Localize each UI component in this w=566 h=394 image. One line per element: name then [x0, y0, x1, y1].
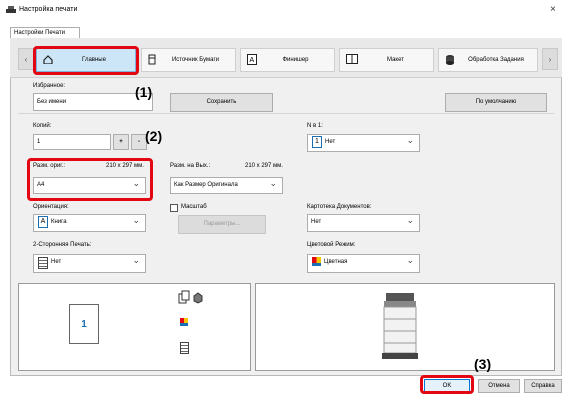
tab-paper-source[interactable]: Источник Бумаги: [141, 48, 236, 72]
printer-device-icon: [382, 293, 418, 361]
svg-text:A: A: [250, 57, 255, 64]
default-button[interactable]: По умолчанию: [445, 93, 547, 112]
color-mode-label: Цветовой Режим:: [307, 242, 356, 248]
window-title: Настройка печати: [19, 6, 78, 13]
orientation-icon: A: [38, 216, 48, 228]
divider: [18, 113, 554, 114]
copies-plus-button[interactable]: +: [113, 134, 129, 150]
page-preview: [18, 283, 251, 371]
callout-2: (2): [145, 128, 163, 144]
orientation-label: Ориентация:: [33, 204, 69, 210]
document-icon: [38, 257, 48, 269]
favorites-label: Избранное:: [33, 83, 66, 89]
tab-job-handling[interactable]: Обработка Задания: [438, 48, 538, 72]
close-icon[interactable]: ×: [550, 4, 556, 15]
duplex-label: 2-Сторонняя Печать:: [33, 242, 92, 248]
preview-page: 1: [69, 304, 99, 344]
n-up-icon: 1: [312, 136, 322, 148]
output-size-select[interactable]: Как Размер Оригинала: [170, 177, 283, 194]
color-mode-select[interactable]: Цветная: [307, 254, 420, 273]
orientation-select[interactable]: A Книга: [33, 214, 146, 232]
color-preview-icon: [180, 318, 188, 326]
callout-1: (1): [135, 84, 153, 100]
finisher-icon: A: [247, 53, 257, 67]
save-button[interactable]: Сохранить: [170, 93, 273, 112]
copies-icon: [178, 290, 204, 306]
title-bar: [0, 0, 566, 22]
layout-icon: [346, 54, 358, 66]
copies-input[interactable]: 1: [33, 134, 111, 150]
output-size-label: Разм. на Вых.:: [170, 163, 211, 169]
paper-source-icon: [148, 54, 156, 67]
copies-label: Копий:: [33, 123, 52, 129]
highlight-main-tab: [33, 46, 139, 75]
color-swatch-icon: [312, 257, 321, 266]
ribbon-prev-button[interactable]: ‹: [18, 48, 34, 70]
duplex-select[interactable]: Нет: [33, 254, 146, 273]
document-filing-label: Картотека Документов:: [307, 204, 372, 210]
duplex-preview-icon: [180, 342, 189, 354]
tab-layout[interactable]: Макет: [339, 48, 434, 72]
output-size-dims: 210 x 297 мм.: [245, 163, 283, 169]
n-up-select[interactable]: 1 Нет: [307, 134, 420, 152]
help-button[interactable]: Справка: [524, 379, 562, 393]
n-up-label: N в 1:: [307, 123, 323, 129]
tab-finisher[interactable]: A Финишер: [240, 48, 335, 72]
ribbon-next-button[interactable]: ›: [542, 48, 558, 70]
job-handling-icon: [445, 54, 455, 67]
document-filing-select[interactable]: Нет: [307, 214, 420, 232]
callout-3: (3): [474, 356, 492, 372]
scale-label: Масштаб: [181, 204, 207, 210]
printer-icon: [6, 6, 16, 14]
highlight-original-size: [27, 158, 153, 201]
highlight-ok-button: [420, 375, 474, 394]
scale-checkbox[interactable]: [170, 204, 178, 212]
parameters-button[interactable]: Параметры...: [178, 215, 266, 234]
cancel-button[interactable]: Отмена: [478, 379, 520, 393]
